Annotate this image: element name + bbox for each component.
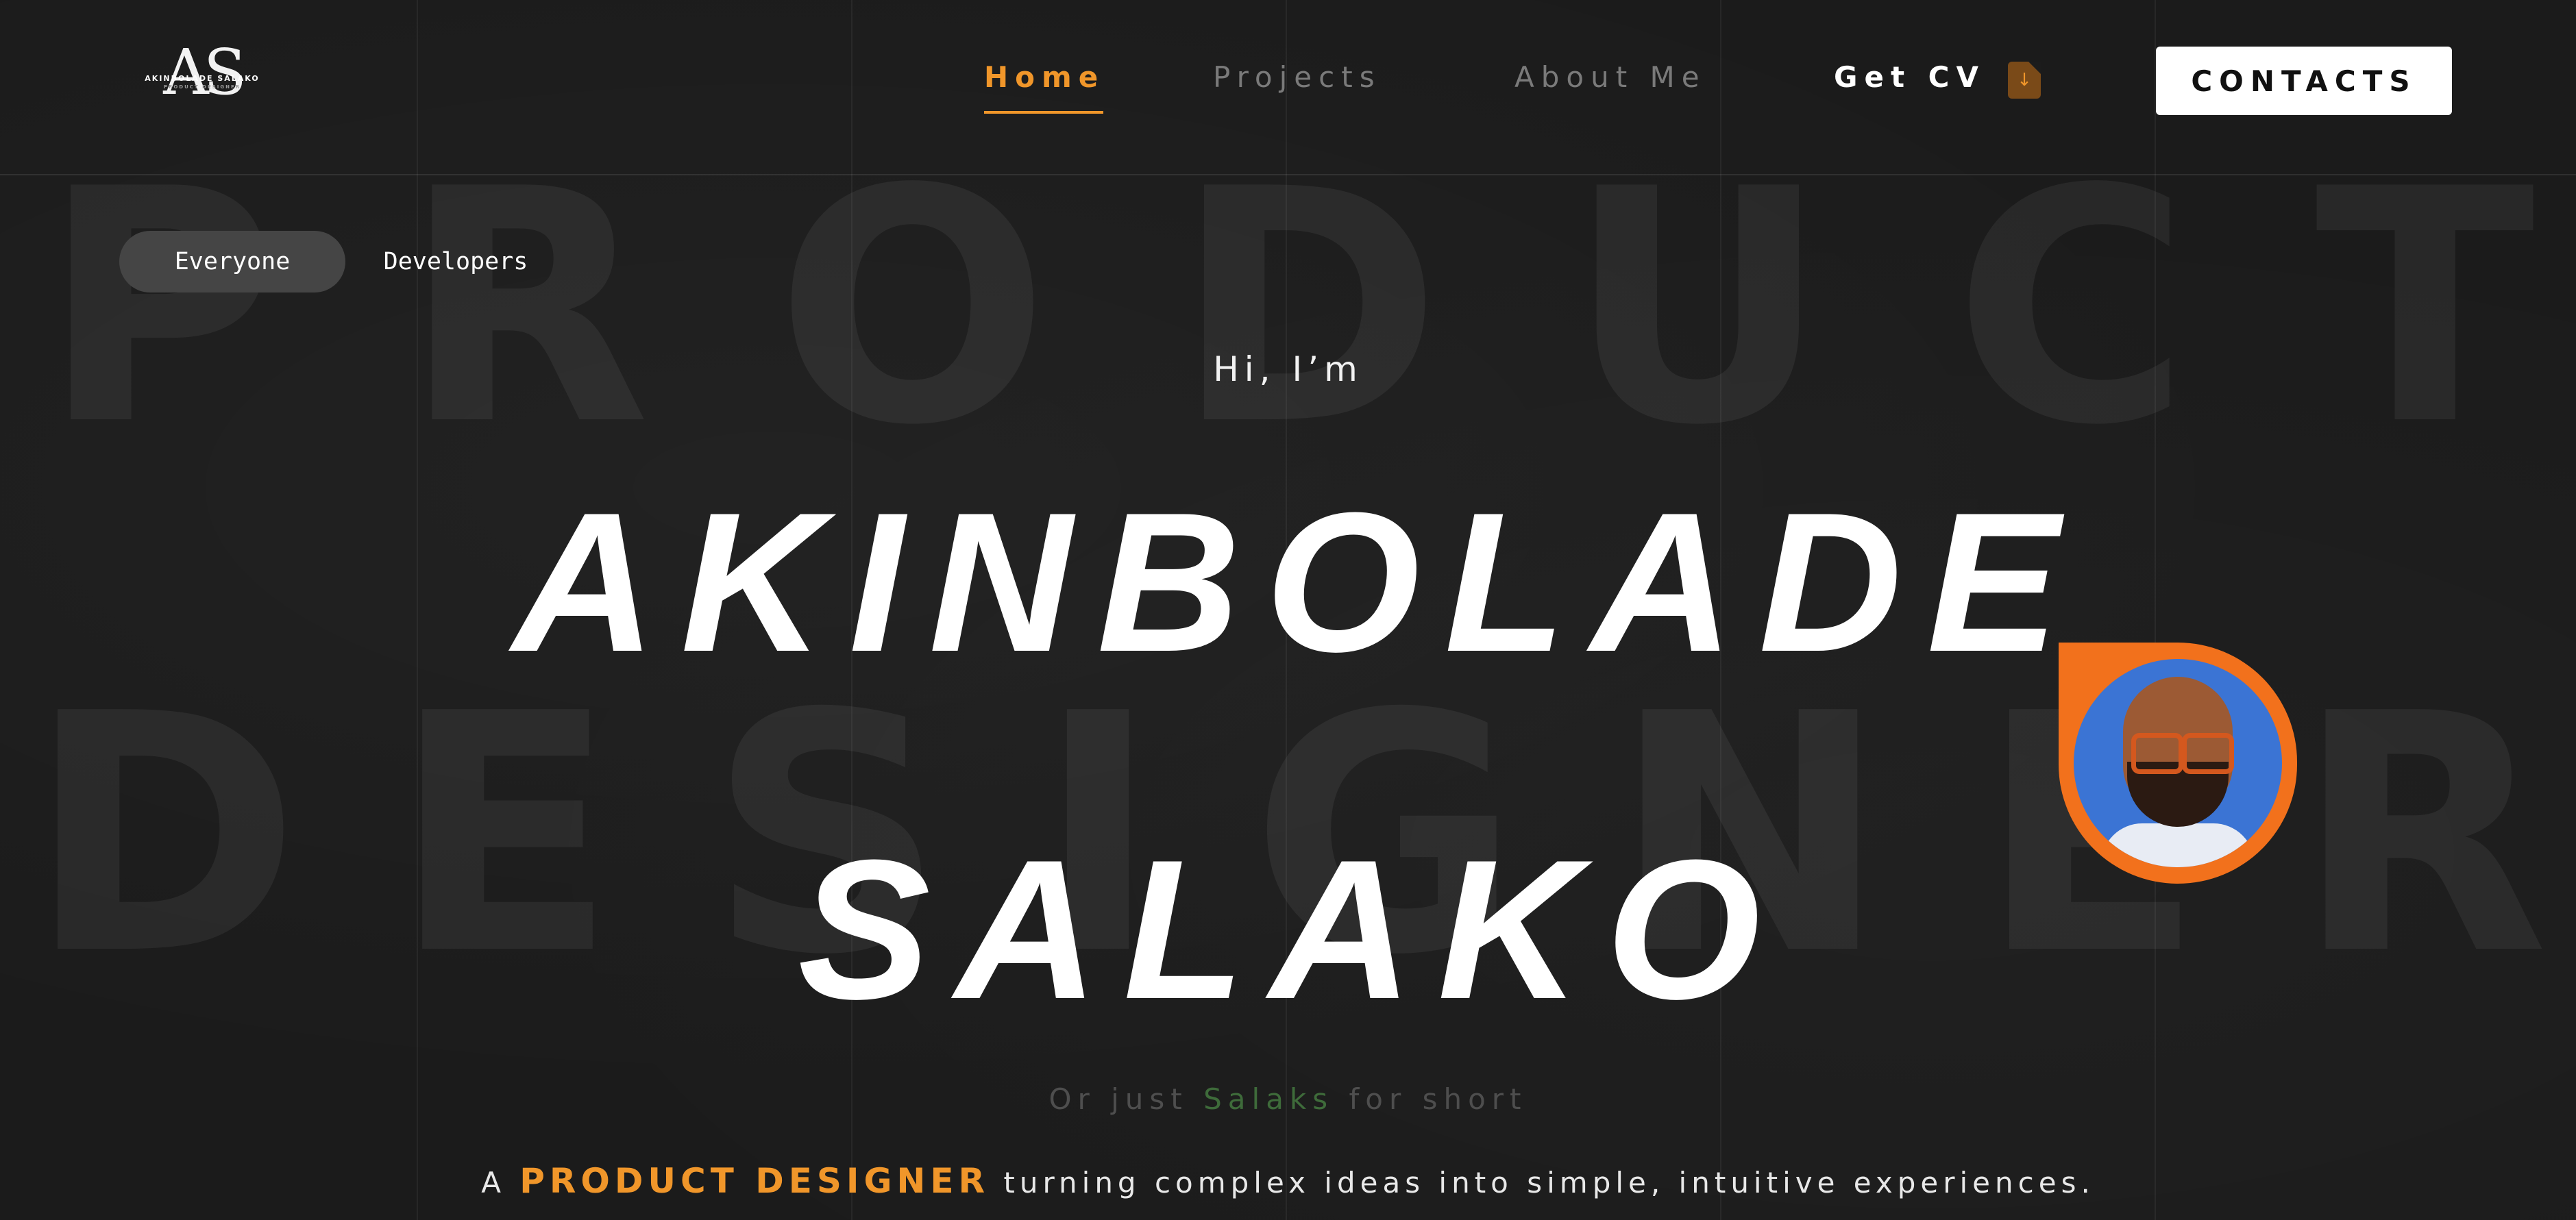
avatar-shirt — [2101, 823, 2255, 867]
logo-name-text: AKINBOLADE SALAKO — [145, 74, 260, 83]
toggle-developers[interactable]: Developers — [370, 231, 541, 292]
watermark-letter: U — [1567, 121, 1829, 495]
nav-get-cv[interactable]: Get CV — [1834, 60, 1985, 94]
watermark-letter: C — [1953, 121, 2190, 495]
site-logo[interactable]: AS AKINBOLADE SALAKO PRODUCT DESIGNER — [144, 41, 260, 116]
nav-about-me[interactable]: About Me — [1514, 60, 1706, 94]
watermark-letter: T — [2315, 121, 2535, 495]
watermark-product: P R O D U C T — [0, 147, 2576, 469]
nav-projects[interactable]: Projects — [1213, 60, 1382, 94]
tagline: A PRODUCT DESIGNER turning complex ideas… — [0, 1161, 2576, 1201]
avatar-glasses-left — [2131, 733, 2183, 774]
nickname-suffix: for short — [1334, 1082, 1528, 1116]
toggle-everyone[interactable]: Everyone — [119, 231, 345, 292]
hero-greeting: Hi, I’m — [1213, 349, 1363, 389]
watermark-letter: D — [1174, 121, 1442, 495]
nav-home[interactable]: Home — [984, 60, 1105, 94]
nickname-line: Or just Salaks for short — [0, 1082, 2576, 1116]
tagline-role: PRODUCT DESIGNER — [519, 1161, 990, 1201]
logo-name: AKINBOLADE SALAKO PRODUCT DESIGNER — [144, 74, 260, 90]
nav-active-indicator — [984, 111, 1103, 114]
nickname-prefix: Or just — [1048, 1082, 1204, 1116]
avatar-portrait — [2074, 659, 2282, 867]
contacts-button[interactable]: CONTACTS — [2156, 47, 2452, 115]
watermark-letter: O — [775, 121, 1050, 495]
nickname: Salaks — [1203, 1082, 1334, 1116]
logo-subtitle: PRODUCT DESIGNER — [163, 84, 241, 90]
tagline-suffix: turning complex ideas into simple, intui… — [990, 1166, 2095, 1199]
watermark-letter: R — [402, 121, 650, 495]
avatar — [2059, 643, 2297, 884]
avatar-glasses-right — [2182, 733, 2234, 774]
watermark-letter: P — [41, 121, 278, 495]
tagline-prefix: A — [481, 1166, 520, 1199]
download-document-icon[interactable]: ↓ — [2008, 62, 2041, 99]
logo-monogram: AS — [163, 36, 246, 109]
